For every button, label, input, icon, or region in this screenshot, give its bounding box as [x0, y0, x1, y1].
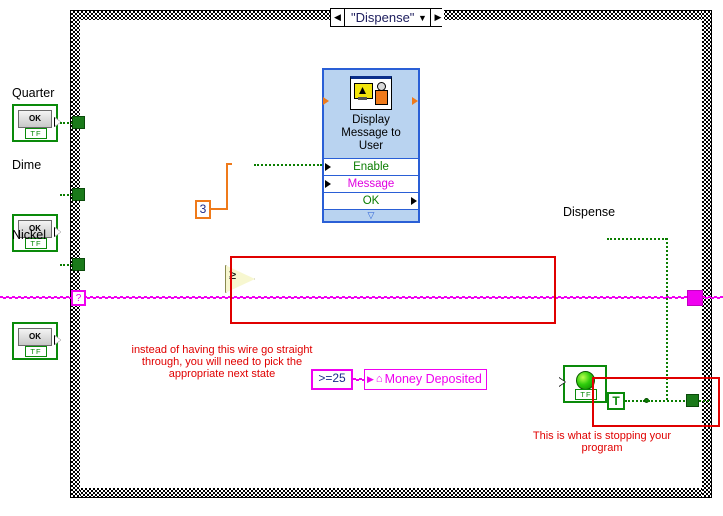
express-vi-title-line-2: Message to [341, 127, 401, 139]
while-loop-border-bottom[interactable] [71, 488, 711, 497]
tunnel-dime[interactable] [72, 188, 85, 201]
message-label: Message [347, 178, 395, 190]
express-terminal-ok[interactable]: OK [324, 192, 418, 209]
express-vi-display-message[interactable]: Display Message to User Enable Message O… [322, 68, 420, 223]
annotation-box-wire-routing[interactable] [230, 256, 556, 324]
ok-output-arrow-icon [411, 197, 417, 205]
numeric-constant-three[interactable]: 3 [195, 200, 211, 219]
quarter-datatype-label: TF [25, 128, 47, 139]
block-diagram-canvas: ◀ "Dispense" ▼ ▶ Quarter OK TF Dime OK T… [0, 0, 723, 516]
nickel-output-terminal-icon [54, 335, 61, 345]
indicator-label-dispense: Dispense [563, 205, 616, 219]
enable-input-arrow-icon [325, 163, 331, 171]
enum-run-arrow-icon: ▶ [367, 374, 374, 384]
wire-dispense-horizontal[interactable] [607, 238, 667, 240]
while-loop-border-left[interactable] [71, 11, 80, 497]
wire-junction-to-tunnel[interactable] [648, 400, 688, 402]
case-dropdown-icon[interactable]: ▼ [414, 13, 430, 23]
wire-dispense-vertical[interactable] [666, 238, 668, 400]
tunnel-nickel[interactable] [72, 258, 85, 271]
boolean-control-nickel[interactable]: OK TF [12, 322, 61, 360]
ok-label: OK [362, 195, 380, 207]
case-selector-label: "Dispense" [351, 10, 415, 25]
case-selector[interactable]: ◀ "Dispense" ▼ ▶ [330, 8, 445, 27]
state-home-icon: ⌂ [375, 373, 383, 385]
quarter-ok-glyph: OK [18, 110, 52, 128]
nickel-ok-glyph: OK [18, 328, 52, 346]
person-body-icon [375, 90, 388, 105]
boolean-constant-true[interactable]: T [607, 392, 625, 410]
express-vi-title-line-1: Display [352, 114, 390, 126]
control-label-dime: Dime [12, 158, 42, 172]
case-prev-arrow-icon[interactable]: ◀ [331, 9, 345, 26]
control-label-quarter: Quarter [12, 86, 55, 100]
enum-constant-money-deposited[interactable]: ▶ ⌂ Money Deposited [364, 369, 487, 390]
express-vi-title-line-3: User [358, 140, 384, 152]
nickel-datatype-label: TF [25, 346, 47, 357]
enum-label: Money Deposited [384, 372, 482, 386]
string-constant-ge25[interactable]: >=25 [311, 369, 353, 390]
express-terminal-enable[interactable]: Enable [324, 158, 418, 175]
dime-output-terminal-icon [54, 227, 61, 237]
dispense-input-terminal-icon [559, 377, 566, 387]
wire-tunnel-to-stop[interactable] [699, 400, 709, 402]
wire-three-into-node[interactable] [226, 163, 232, 165]
enable-label: Enable [353, 161, 389, 173]
tunnel-left-question[interactable]: ? [71, 290, 86, 306]
wire-true-to-junction[interactable] [625, 400, 645, 402]
monitor-stand-icon [358, 97, 367, 100]
annotation-text-wire-routing: instead of having this wire go straight … [131, 344, 313, 380]
boolean-control-quarter[interactable]: OK TF [12, 104, 61, 142]
express-vi-left-side-arrow-icon [323, 97, 329, 105]
display-message-icon [350, 76, 392, 110]
tunnel-right-state[interactable] [687, 290, 703, 306]
control-label-nickel: Nickel [12, 228, 47, 242]
message-input-arrow-icon [325, 180, 331, 188]
express-terminal-message[interactable]: Message [324, 175, 418, 192]
wire-compare-to-enable[interactable] [254, 164, 322, 166]
annotation-text-stopping-program: This is what is stopping your program [532, 430, 672, 454]
tunnel-quarter[interactable] [72, 116, 85, 129]
wire-three-vertical[interactable] [226, 164, 228, 210]
express-vi-header: Display Message to User [324, 70, 418, 158]
chevron-double-down-icon: ▽ [367, 210, 375, 220]
case-next-arrow-icon[interactable]: ▶ [430, 9, 445, 26]
express-vi-right-side-arrow-icon [412, 97, 418, 105]
express-vi-expand-handle[interactable]: ▽ [324, 209, 418, 221]
tunnel-stop-condition[interactable] [686, 394, 699, 407]
